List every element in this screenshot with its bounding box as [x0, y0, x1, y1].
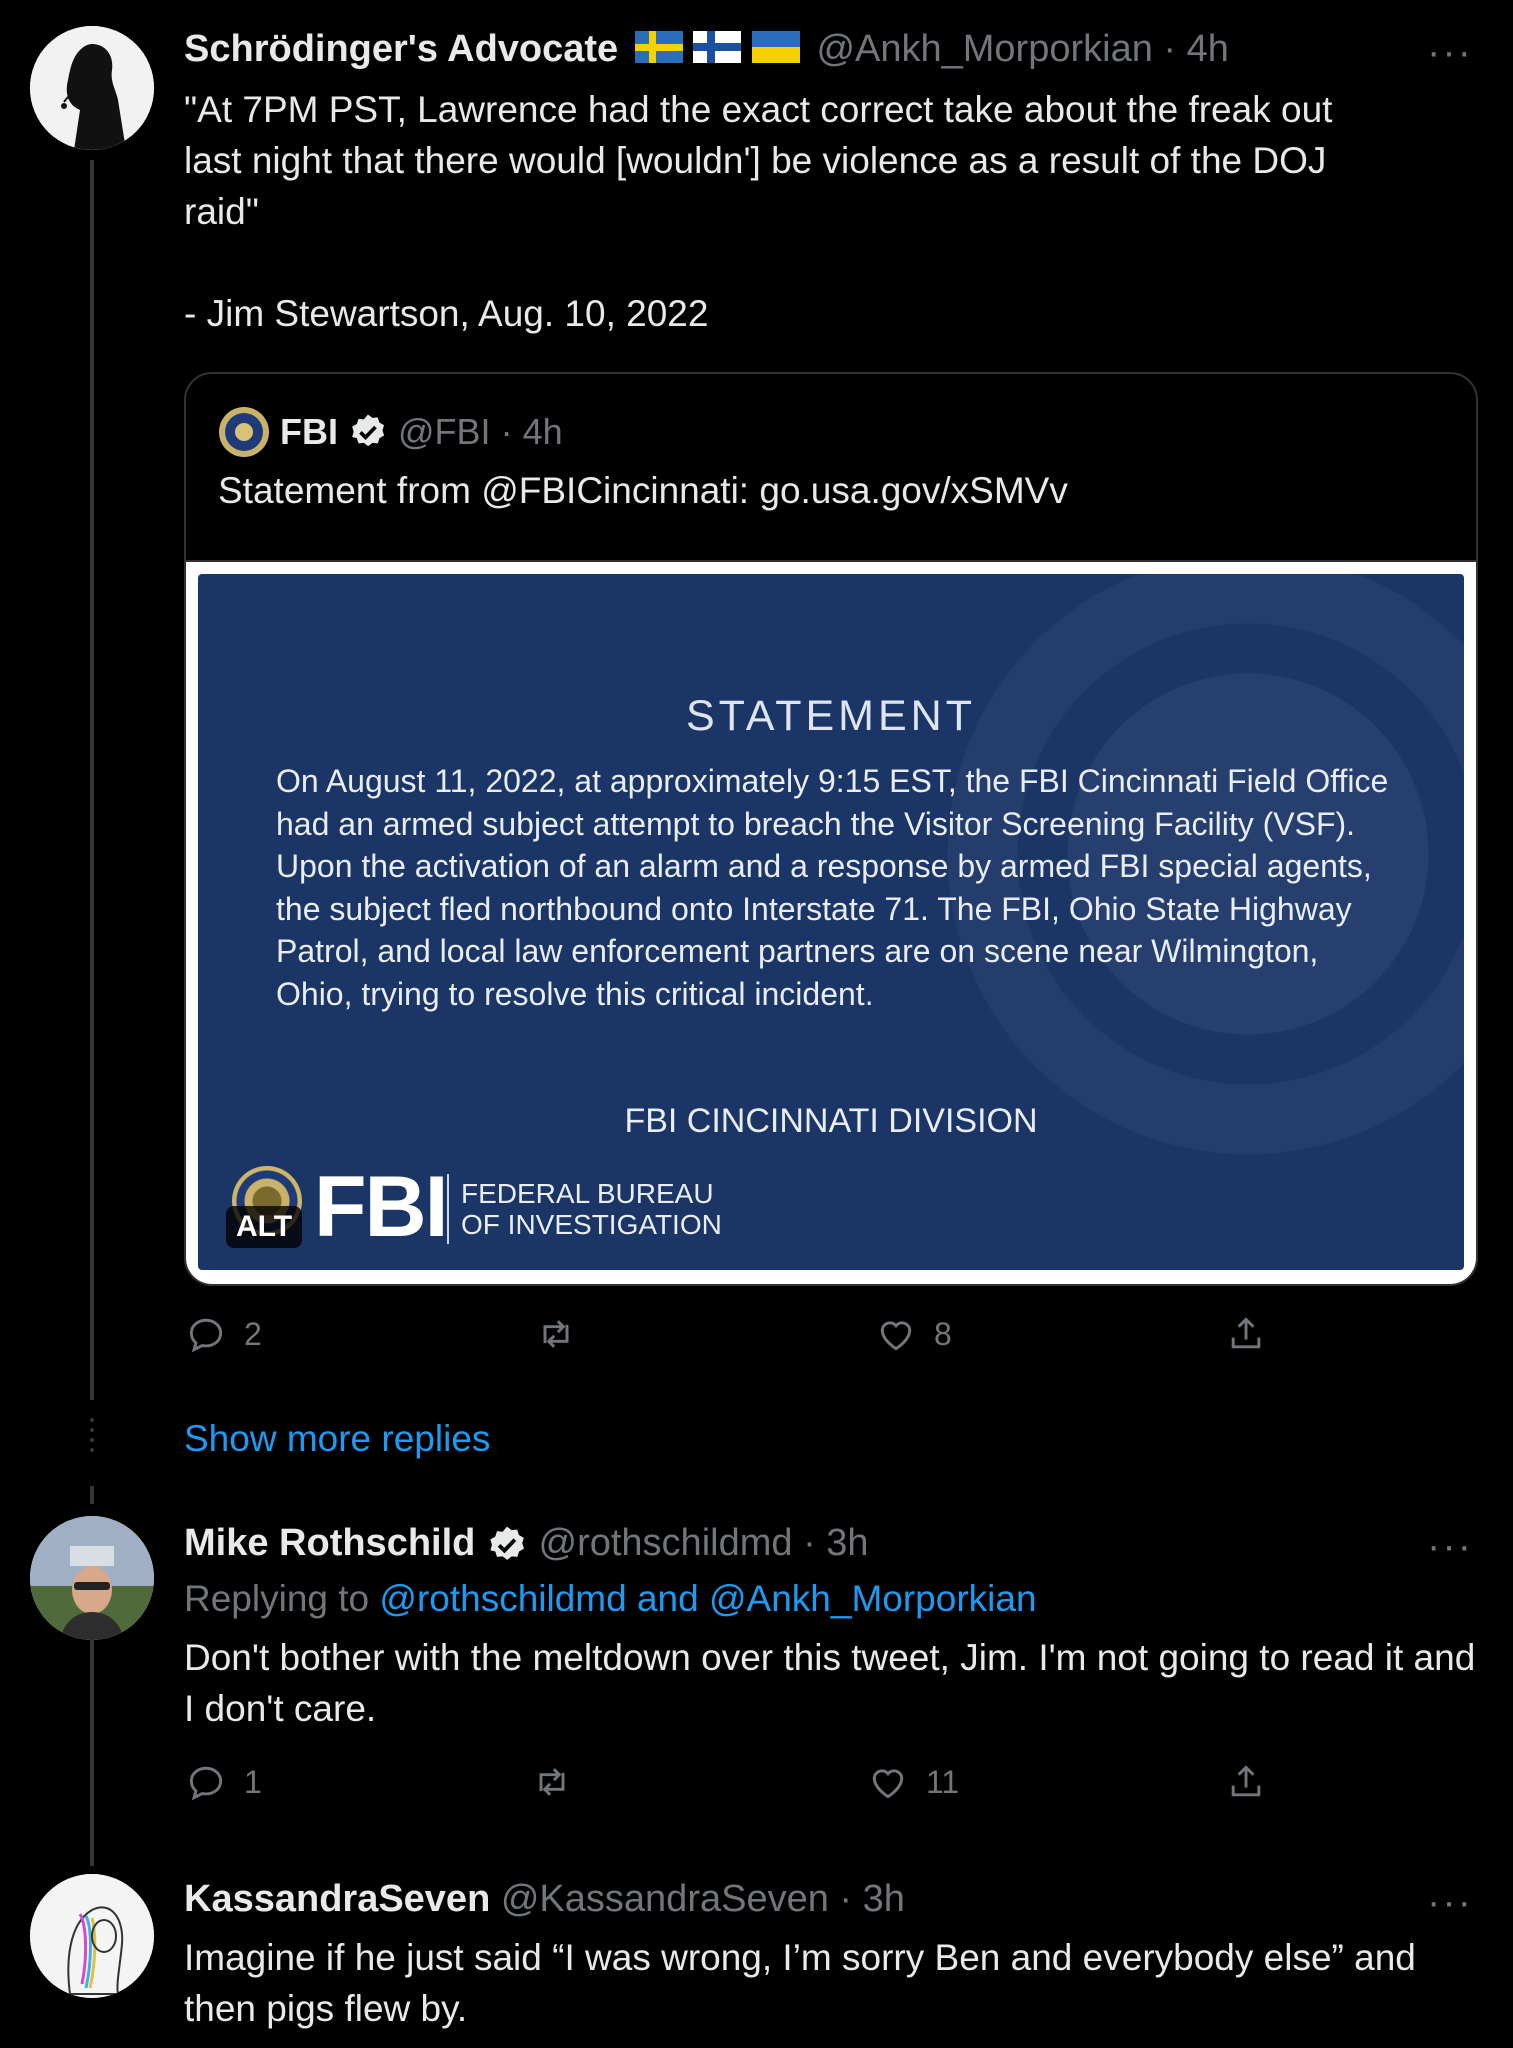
separator-dot: · [803, 1522, 816, 1564]
logo-subtitle-line-1: FEDERAL BUREAU [461, 1178, 714, 1209]
more-options-icon[interactable]: ··· [1427, 32, 1473, 72]
retweet-icon [543, 1320, 569, 1348]
separator-dot: · [839, 1878, 853, 1920]
statement-body: On August 11, 2022, at approximately 9:1… [276, 763, 1389, 1012]
share-button[interactable] [1224, 1760, 1268, 1804]
thread-gap-dots [89, 1418, 95, 1458]
thread-line [90, 160, 94, 1400]
reply-count: 2 [244, 1315, 262, 1352]
tweet-actions: 1 11 [184, 1760, 1294, 1820]
more-options-icon[interactable]: ··· [1427, 1882, 1473, 1922]
alt-text-badge[interactable]: ALT [226, 1206, 303, 1248]
like-count: 8 [934, 1315, 952, 1352]
heart-icon [880, 1321, 912, 1351]
retweet-icon [539, 1768, 565, 1796]
statement-signature: FBI CINCINNATI DIVISION [624, 1102, 1038, 1140]
more-options-icon[interactable]: ··· [1427, 1526, 1473, 1566]
show-more-replies-link[interactable]: Show more replies [184, 1418, 490, 1460]
avatar[interactable] [30, 1874, 154, 1998]
avatar-image [30, 1516, 154, 1640]
fbi-logo-subtitle: FEDERAL BUREAU OF INVESTIGATION [461, 1178, 722, 1240]
like-button[interactable]: 11 [866, 1760, 959, 1804]
flags [634, 28, 800, 74]
reply-button[interactable]: 2 [184, 1312, 262, 1356]
retweet-button[interactable] [530, 1760, 590, 1804]
display-name[interactable]: KassandraSeven [184, 1878, 490, 1920]
separator-dot: · [1163, 28, 1177, 70]
share-icon [1231, 1765, 1261, 1797]
reply-count: 1 [244, 1763, 262, 1800]
handle[interactable]: @Ankh_Morporkian [816, 28, 1152, 70]
statement-title: STATEMENT [685, 692, 976, 740]
like-button[interactable]: 8 [874, 1312, 952, 1356]
quoted-tweet-text: Statement from @FBICincinnati: go.usa.go… [218, 470, 1068, 511]
logo-divider [447, 1174, 449, 1244]
reply-button[interactable]: 1 [184, 1760, 262, 1804]
handle[interactable]: @KassandraSeven [501, 1878, 829, 1920]
tweet-actions: 2 8 [184, 1312, 1294, 1372]
tweet-text: Don't bother with the meltdown over this… [184, 1637, 1486, 1729]
replying-to-prefix: Replying to [184, 1578, 370, 1619]
tweet-header: KassandraSeven @KassandraSeven · 3h [184, 1876, 905, 1922]
reply-icon [189, 1766, 223, 1801]
avatar[interactable] [30, 1516, 154, 1640]
quoted-tweet[interactable]: FBI @FBI · 4h Statement from @FBICincinn… [184, 372, 1478, 1286]
like-count: 11 [926, 1763, 960, 1800]
display-name[interactable]: Mike Rothschild [184, 1522, 475, 1564]
display-name[interactable]: Schrödinger's Advocate [184, 28, 618, 70]
tweet-header: Schrödinger's Advocate @Ankh_Morporkian … [184, 26, 1229, 74]
share-icon [1231, 1317, 1261, 1349]
replying-to: Replying to @rothschildmd and @Ankh_Morp… [184, 1576, 1037, 1622]
timestamp[interactable]: 4h [1187, 28, 1229, 70]
tweet-header: Mike Rothschild @rothschildmd · 3h [184, 1520, 869, 1566]
tweet-text: Imagine if he just said “I was wrong, I’… [184, 1937, 1427, 2029]
fbi-avatar-icon[interactable] [218, 406, 270, 458]
flag-sweden-icon [634, 30, 683, 63]
quoted-timestamp[interactable]: 4h [523, 410, 563, 454]
logo-subtitle-line-2: OF INVESTIGATION [461, 1209, 722, 1240]
thread-line [90, 1636, 94, 1866]
quoted-tweet-header: FBI @FBI · 4h [218, 406, 563, 458]
flag-finland-icon [693, 30, 742, 63]
heart-icon [872, 1769, 904, 1799]
tweet-text: "At 7PM PST, Lawrence had the exact corr… [184, 89, 1333, 334]
reply-icon [189, 1318, 223, 1353]
share-button[interactable] [1224, 1312, 1268, 1356]
verified-badge-icon [490, 1526, 524, 1560]
verified-badge-icon [352, 414, 385, 447]
quoted-handle[interactable]: @FBI [398, 410, 491, 454]
avatar-image [30, 1874, 154, 1998]
statement-panel: STATEMENT On August 11, 2022, at approxi… [198, 574, 1464, 1270]
retweet-button[interactable] [534, 1312, 594, 1356]
timestamp[interactable]: 3h [863, 1878, 905, 1920]
flag-ukraine-icon [751, 30, 800, 63]
replying-to-users[interactable]: @rothschildmd and @Ankh_Morporkian [379, 1578, 1036, 1619]
quoted-display-name[interactable]: FBI [280, 410, 338, 454]
avatar[interactable] [30, 26, 154, 150]
statement-image[interactable]: STATEMENT On August 11, 2022, at approxi… [186, 560, 1476, 1284]
thread-line [90, 1486, 94, 1504]
timestamp[interactable]: 3h [826, 1522, 868, 1564]
avatar-image [30, 26, 154, 150]
separator-dot: · [500, 411, 513, 452]
handle[interactable]: @rothschildmd [539, 1522, 793, 1564]
fbi-logo: FBI [314, 1159, 449, 1255]
